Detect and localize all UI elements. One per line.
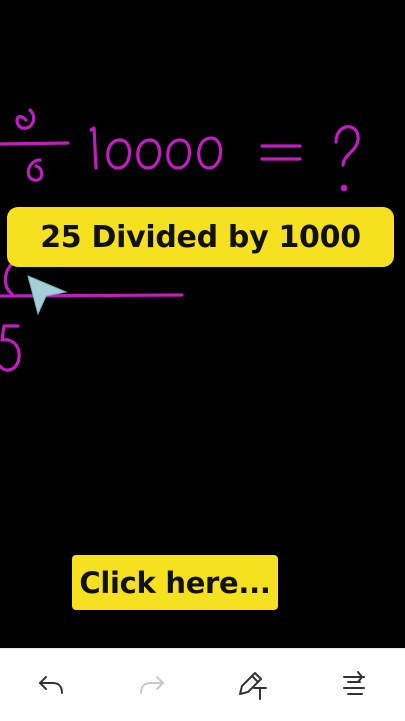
drawing-canvas[interactable]: 25 Divided by 1000 Click here...: [0, 0, 405, 648]
bottom-toolbar: [0, 648, 405, 721]
redo-button[interactable]: [128, 661, 176, 709]
redo-icon: [139, 676, 164, 694]
pen-text-icon: [239, 672, 268, 700]
text-direction-button[interactable]: [330, 661, 378, 709]
click-here-button[interactable]: Click here...: [72, 555, 278, 610]
text-direction-icon: [343, 671, 366, 695]
title-banner: 25 Divided by 1000: [7, 207, 394, 267]
pointer-cursor-icon: [27, 275, 68, 316]
undo-icon: [38, 676, 63, 694]
handwritten-equation: [0, 108, 360, 372]
undo-button[interactable]: [27, 661, 75, 709]
pen-text-button[interactable]: [229, 661, 277, 709]
